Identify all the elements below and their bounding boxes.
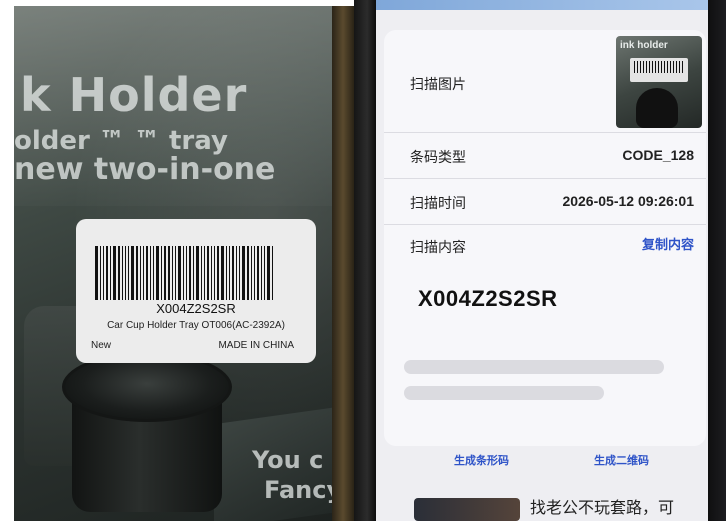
divider bbox=[384, 178, 706, 179]
scan-result-card: 扫描图片 ink holder 条码类型 CODE_128 扫描时间 2026-… bbox=[384, 30, 706, 446]
scan-image-label: 扫描图片 bbox=[410, 76, 466, 92]
thumbnail-cup bbox=[636, 88, 678, 128]
divider bbox=[384, 132, 706, 133]
blurred-text bbox=[404, 360, 664, 374]
sticker-condition: New bbox=[91, 340, 112, 351]
scan-content-value[interactable]: X004Z2S2SR bbox=[418, 286, 558, 312]
scan-content-label: 扫描内容 bbox=[410, 239, 466, 255]
box-print-line: k Holder bbox=[20, 68, 248, 122]
sticker-code: X004Z2S2SR bbox=[156, 301, 236, 316]
box-print-line: You c bbox=[252, 446, 324, 474]
box-print-line: new two-in-one bbox=[14, 152, 276, 187]
thumbnail-barcode bbox=[630, 58, 688, 82]
barcode-type-label: 条码类型 bbox=[410, 149, 466, 165]
barcode-sticker: X004Z2S2SR Car Cup Holder Tray OT006(AC-… bbox=[76, 219, 316, 363]
copy-content-button[interactable]: 复制内容 bbox=[642, 234, 694, 253]
product-box-photo: k Holder older ™ ™ tray new two-in-one Y… bbox=[14, 6, 332, 521]
thumbnail-print: ink holder bbox=[620, 40, 668, 51]
sticker-origin: MADE IN CHINA bbox=[218, 340, 294, 351]
phone-edge bbox=[708, 0, 726, 521]
blurred-text bbox=[404, 386, 604, 400]
status-bar-edge bbox=[376, 0, 708, 10]
box-print-line: Fancy bbox=[264, 476, 332, 504]
background-gap bbox=[332, 6, 354, 521]
feed-thumbnail[interactable] bbox=[414, 498, 520, 521]
scan-time-value: 2026-05-12 09:26:01 bbox=[562, 193, 694, 209]
divider bbox=[384, 224, 706, 225]
feed-headline[interactable]: 找老公不玩套路，可 bbox=[530, 494, 674, 518]
scan-image-row: 扫描图片 ink holder bbox=[384, 30, 706, 132]
scanner-app-screen: 扫描图片 ink holder 条码类型 CODE_128 扫描时间 2026-… bbox=[376, 0, 708, 521]
barcode-type-value: CODE_128 bbox=[622, 147, 694, 163]
cup-holder-image bbox=[62, 352, 232, 512]
generate-barcode-button[interactable]: 生成条形码 bbox=[454, 452, 509, 468]
barcode-bars bbox=[95, 246, 295, 300]
generate-qrcode-button[interactable]: 生成二维码 bbox=[594, 452, 649, 468]
phone-bezel bbox=[354, 0, 376, 521]
sticker-description: Car Cup Holder Tray OT006(AC-2392A) bbox=[107, 320, 285, 331]
scan-time-label: 扫描时间 bbox=[410, 195, 466, 211]
scan-image-thumbnail[interactable]: ink holder bbox=[616, 36, 702, 128]
